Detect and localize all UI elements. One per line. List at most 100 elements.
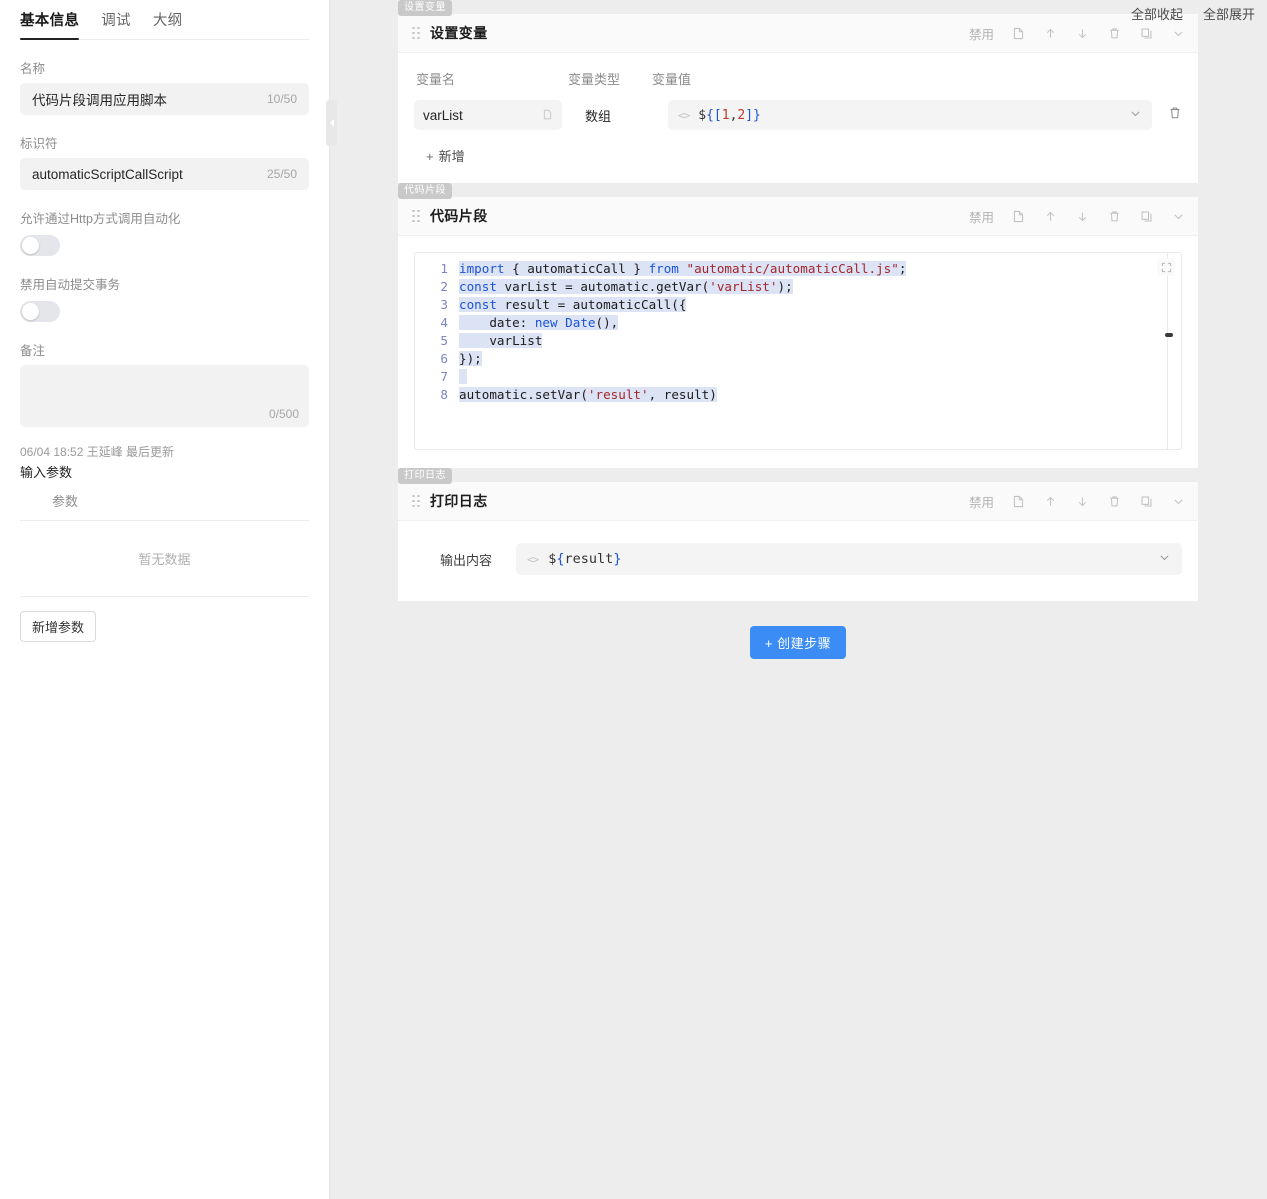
note-icon[interactable] xyxy=(1011,209,1026,224)
tab-basic-info[interactable]: 基本信息 xyxy=(20,9,79,39)
create-step-wrap: + 创建步骤 xyxy=(398,626,1198,659)
expand-all-button[interactable]: 全部展开 xyxy=(1203,4,1255,23)
delete-variable-icon[interactable] xyxy=(1168,106,1182,125)
move-up-icon[interactable] xyxy=(1043,26,1058,41)
variable-table-header: 变量名 变量类型 变量值 xyxy=(414,69,1182,100)
copy-small-icon[interactable] xyxy=(542,108,553,123)
add-param-button[interactable]: 新增参数 xyxy=(20,611,96,642)
add-variable-button[interactable]: + 新增 xyxy=(414,146,1182,165)
app-root: 基本信息 调试 大纲 名称 代码片段调用应用脚本 10/50 标识符 autom… xyxy=(0,0,1267,1199)
chevron-down-icon[interactable] xyxy=(1171,494,1186,509)
auto-commit-toggle-switch[interactable] xyxy=(20,301,60,322)
drag-handle-icon[interactable] xyxy=(412,495,420,508)
card-title: 代码片段 xyxy=(430,206,488,226)
card-body: 12345678 import { automaticCall } from "… xyxy=(398,236,1198,468)
output-content-tokens: ${result} xyxy=(548,551,621,567)
left-sidebar: 基本信息 调试 大纲 名称 代码片段调用应用脚本 10/50 标识符 autom… xyxy=(0,0,330,1199)
input-params-title: 输入参数 xyxy=(20,462,309,481)
step-card-print-log: 打印日志 打印日志 禁用 xyxy=(398,482,1198,601)
step-card-code-snippet: 代码片段 代码片段 禁用 xyxy=(398,197,1198,468)
card-header: 代码片段 禁用 xyxy=(398,197,1198,236)
flow-toolbar: 全部收起 全部展开 xyxy=(1131,4,1255,23)
chevron-down-icon[interactable] xyxy=(1171,209,1186,224)
http-toggle-switch[interactable] xyxy=(20,235,60,256)
move-down-icon[interactable] xyxy=(1075,26,1090,41)
editor-divider xyxy=(1167,253,1168,449)
note-icon[interactable] xyxy=(1011,26,1026,41)
identifier-input[interactable]: automaticScriptCallScript 25/50 xyxy=(20,158,309,190)
name-field-label: 名称 xyxy=(20,58,309,77)
card-body: 输出内容 <> ${result} xyxy=(398,521,1198,601)
output-content-row: 输出内容 <> ${result} xyxy=(414,543,1182,575)
card-header-actions: 禁用 xyxy=(969,207,1186,226)
card-header-actions: 禁用 xyxy=(969,24,1186,43)
params-column-header: 参数 xyxy=(20,491,309,521)
drag-handle-icon[interactable] xyxy=(412,210,420,223)
code-editor[interactable]: 12345678 import { automaticCall } from "… xyxy=(414,252,1182,450)
move-down-icon[interactable] xyxy=(1075,209,1090,224)
identifier-field-label: 标识符 xyxy=(20,133,309,152)
params-empty-state: 暂无数据 xyxy=(20,521,309,597)
collapse-all-button[interactable]: 全部收起 xyxy=(1131,4,1183,23)
chevron-down-icon[interactable] xyxy=(1129,107,1142,124)
variable-value-input[interactable]: <> ${[1,2]} xyxy=(668,100,1152,130)
col-variable-type: 变量类型 xyxy=(568,69,652,88)
variable-name-input[interactable]: varList xyxy=(414,100,562,130)
step-badge: 打印日志 xyxy=(398,468,452,484)
name-input[interactable]: 代码片段调用应用脚本 10/50 xyxy=(20,83,309,115)
code-expression-icon: <> xyxy=(527,553,538,566)
delete-icon[interactable] xyxy=(1107,26,1122,41)
step-badge: 代码片段 xyxy=(398,183,452,199)
line-number-gutter: 12345678 xyxy=(415,260,459,404)
disable-step-button[interactable]: 禁用 xyxy=(969,24,994,43)
card-body: 变量名 变量类型 变量值 varList xyxy=(398,53,1198,183)
tab-outline[interactable]: 大纲 xyxy=(153,9,183,39)
move-down-icon[interactable] xyxy=(1075,494,1090,509)
chevron-down-icon[interactable] xyxy=(1158,551,1171,568)
variable-type-select[interactable]: 数组 xyxy=(576,100,654,130)
disable-step-button[interactable]: 禁用 xyxy=(969,207,994,226)
card-header-actions: 禁用 xyxy=(969,492,1186,511)
toggle-knob xyxy=(22,303,39,320)
auto-commit-toggle-label: 禁用自动提交事务 xyxy=(20,274,309,293)
move-up-icon[interactable] xyxy=(1043,494,1058,509)
code-expression-icon: <> xyxy=(678,109,689,122)
copy-icon[interactable] xyxy=(1139,26,1154,41)
expand-editor-icon[interactable] xyxy=(1157,258,1175,276)
card-header: 设置变量 禁用 xyxy=(398,14,1198,53)
card-title: 打印日志 xyxy=(430,491,488,511)
copy-icon[interactable] xyxy=(1139,494,1154,509)
add-variable-label: 新增 xyxy=(439,149,465,164)
create-step-button[interactable]: + 创建步骤 xyxy=(750,626,846,659)
http-toggle-label: 允许通过Http方式调用自动化 xyxy=(20,208,309,227)
card-header: 打印日志 禁用 xyxy=(398,482,1198,521)
copy-icon[interactable] xyxy=(1139,209,1154,224)
delete-icon[interactable] xyxy=(1107,209,1122,224)
step-badge: 设置变量 xyxy=(398,0,452,16)
note-icon[interactable] xyxy=(1011,494,1026,509)
drag-handle-icon[interactable] xyxy=(412,27,420,40)
card-title: 设置变量 xyxy=(430,23,488,43)
output-content-input[interactable]: <> ${result} xyxy=(516,543,1182,575)
plus-icon: + xyxy=(426,149,434,164)
step-flow: 设置变量 设置变量 禁用 xyxy=(398,14,1198,659)
name-counter: 10/50 xyxy=(267,92,297,106)
variable-value-tokens: ${[1,2]} xyxy=(698,108,761,123)
tab-debug[interactable]: 调试 xyxy=(101,9,131,39)
col-variable-value: 变量值 xyxy=(652,69,691,88)
delete-icon[interactable] xyxy=(1107,494,1122,509)
sidebar-tabs: 基本信息 调试 大纲 xyxy=(20,0,309,40)
variable-type-value: 数组 xyxy=(585,106,611,125)
identifier-input-value: automaticScriptCallScript xyxy=(32,167,267,182)
remark-counter: 0/500 xyxy=(269,407,299,421)
move-up-icon[interactable] xyxy=(1043,209,1058,224)
params-table: 参数 暂无数据 xyxy=(20,491,309,597)
toggle-knob xyxy=(22,237,39,254)
last-updated-meta: 06/04 18:52 王延峰 最后更新 xyxy=(20,443,309,460)
horizontal-scrollbar-thumb[interactable] xyxy=(1165,333,1173,337)
code-content[interactable]: import { automaticCall } from "automatic… xyxy=(459,260,1181,404)
chevron-down-icon[interactable] xyxy=(1171,26,1186,41)
disable-step-button[interactable]: 禁用 xyxy=(969,492,994,511)
remark-textarea[interactable]: 0/500 xyxy=(20,365,309,427)
remark-field-label: 备注 xyxy=(20,340,309,359)
